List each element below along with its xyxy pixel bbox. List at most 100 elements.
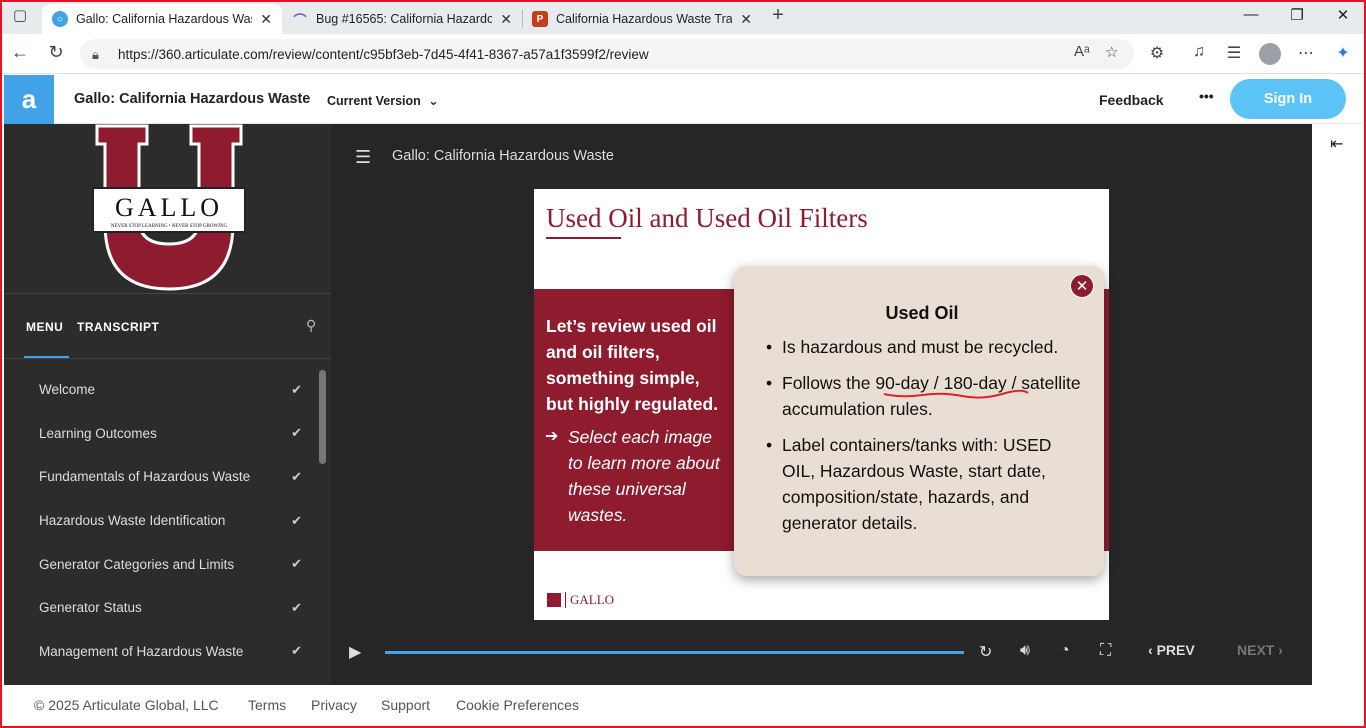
close-tab-icon[interactable]: ✕ <box>500 11 512 28</box>
redmine-icon: ⌒ <box>293 12 307 28</box>
close-tab-icon[interactable]: ✕ <box>260 11 272 28</box>
logo-tagline: NEVER STOP LEARNING • NEVER STOP GROWING <box>111 224 228 229</box>
terms-link[interactable]: Terms <box>248 697 286 713</box>
browser-tab-strip: ▢ ○ Gallo: California Hazardous Waste ✕ … <box>0 0 1366 34</box>
tab-powerpoint[interactable]: P California Hazardous Waste Traini ✕ <box>522 4 762 34</box>
slide-title: Used Oil and Used Oil Filters <box>546 203 868 233</box>
minimize-icon[interactable]: — <box>1236 6 1266 23</box>
close-popup-button[interactable]: ✕ <box>1070 274 1094 298</box>
sidebar-scrollbar[interactable] <box>319 370 326 464</box>
tab-bug-16565[interactable]: ⌒ Bug #16565: California Hazardous ✕ <box>282 4 522 34</box>
articulate-logo[interactable]: a <box>4 75 54 124</box>
red-underline-annotation <box>883 389 1029 399</box>
playback-speed-icon[interactable]: ◔ <box>1060 642 1070 660</box>
address-toolbar: ← ↻ 🔒︎ https://360.articulate.com/review… <box>0 34 1366 74</box>
logo-word: GALLO <box>115 193 223 222</box>
seek-bar[interactable] <box>385 651 964 654</box>
sign-in-button[interactable]: Sign In <box>1230 79 1346 119</box>
tab-title: Bug #16565: California Hazardous <box>316 12 493 26</box>
favorites-icon[interactable]: ☰ <box>1223 43 1245 63</box>
menu-item-learning-outcomes[interactable]: Learning Outcomes ✔ <box>4 412 314 456</box>
refresh-icon[interactable]: ↻ <box>44 42 68 63</box>
menu-item-welcome[interactable]: Welcome ✔ <box>4 368 314 412</box>
browser-essentials-icon[interactable]: ♫ <box>1188 43 1210 61</box>
profile-avatar[interactable] <box>1259 43 1281 65</box>
menu-item-label: Learning Outcomes <box>39 425 157 441</box>
cookie-preferences-link[interactable]: Cookie Preferences <box>456 697 579 713</box>
url-text: https://360.articulate.com/review/conten… <box>118 46 649 62</box>
powerpoint-icon: P <box>532 11 548 27</box>
back-icon[interactable]: ← <box>8 42 32 63</box>
course-title: Gallo: California Hazardous Waste <box>74 91 311 107</box>
support-link[interactable]: Support <box>381 697 430 713</box>
gallo-u-logo: GALLO NEVER STOP LEARNING • NEVER STOP G… <box>92 124 246 291</box>
play-icon[interactable]: ▶ <box>349 642 361 662</box>
review-header: a Gallo: California Hazardous Waste Curr… <box>4 75 1362 124</box>
check-icon: ✔ <box>291 643 302 659</box>
tab-transcript[interactable]: TRANSCRIPT <box>77 320 159 334</box>
popup-bullets: Is hazardous and must be recycled. Follo… <box>766 334 1086 546</box>
menu-item-management[interactable]: Management of Hazardous Waste ✔ <box>4 630 314 674</box>
more-menu-icon[interactable]: ⋯ <box>1295 43 1317 63</box>
close-window-icon[interactable]: ✕ <box>1328 6 1358 24</box>
menu-item-fundamentals[interactable]: Fundamentals of Hazardous Waste ✔ <box>4 455 314 499</box>
menu-item-generator-categories[interactable]: Generator Categories and Limits ✔ <box>4 542 314 586</box>
tab-title: California Hazardous Waste Traini <box>556 12 733 26</box>
restore-icon[interactable]: ❐ <box>1282 6 1312 24</box>
player-controls: ▶ ↻ 🔊︎ ◔ ⛶ ‹ PREV NEXT › <box>331 634 1312 674</box>
instruction-text: Select each image to learn more about th… <box>568 427 720 525</box>
feedback-button[interactable]: Feedback <box>1099 92 1164 108</box>
read-aloud-icon[interactable]: Aᵃ <box>1074 43 1090 60</box>
review-side-panel: ⇤ <box>1312 124 1362 685</box>
check-icon: ✔ <box>291 556 302 572</box>
menu-item-label: Management of Hazardous Waste <box>39 643 244 659</box>
menu-item-identification[interactable]: Hazardous Waste Identification ✔ <box>4 499 314 543</box>
extensions-icon[interactable]: ⚙ <box>1146 43 1168 63</box>
site-info-icon[interactable]: 🔒︎ <box>92 47 106 62</box>
privacy-link[interactable]: Privacy <box>311 697 357 713</box>
search-icon[interactable]: ⚲ <box>306 317 316 334</box>
player-title: Gallo: California Hazardous Waste <box>392 148 614 164</box>
replay-icon[interactable]: ↻ <box>979 642 992 662</box>
popup-title: Used Oil <box>885 303 959 323</box>
address-bar[interactable]: 🔒︎ https://360.articulate.com/review/con… <box>80 39 1134 69</box>
course-sidebar: GALLO NEVER STOP LEARNING • NEVER STOP G… <box>4 124 331 685</box>
close-tab-icon[interactable]: ✕ <box>740 11 752 28</box>
next-button[interactable]: NEXT › <box>1237 642 1283 658</box>
articulate-icon: ○ <box>52 11 68 27</box>
version-label: Current Version <box>327 94 421 108</box>
check-icon: ✔ <box>291 599 302 615</box>
copilot-icon[interactable]: ✦ <box>1332 43 1354 63</box>
gallo-mini-icon <box>547 593 561 607</box>
sidebar-divider <box>4 358 331 359</box>
tab-actions-icon[interactable]: ▢ <box>8 6 32 24</box>
menu-item-label: Generator Status <box>39 600 142 616</box>
tab-gallo-review[interactable]: ○ Gallo: California Hazardous Waste ✕ <box>42 4 282 34</box>
title-underline <box>546 237 621 239</box>
menu-list: Welcome ✔ Learning Outcomes ✔ Fundamentals… <box>4 368 314 673</box>
prev-label: PREV <box>1156 642 1195 658</box>
check-icon: ✔ <box>291 425 302 441</box>
volume-icon[interactable]: 🔊︎ <box>1020 642 1030 660</box>
bullet-item: Is hazardous and must be recycled. <box>766 334 1086 360</box>
tab-menu[interactable]: MENU <box>26 320 63 334</box>
new-tab-button[interactable]: + <box>766 4 790 27</box>
collapse-panel-icon[interactable]: ⇤ <box>1330 134 1343 154</box>
tab-title: Gallo: California Hazardous Waste <box>76 12 253 26</box>
version-dropdown[interactable]: Current Version ⌄ <box>327 93 439 108</box>
bullet-item: Label containers/tanks with: USED OIL, H… <box>766 432 1086 536</box>
favorite-star-icon[interactable]: ☆ <box>1105 43 1118 61</box>
menu-item-generator-status[interactable]: Generator Status ✔ <box>4 586 314 630</box>
hamburger-menu-icon[interactable]: ☰ <box>355 147 371 168</box>
chevron-down-icon: ⌄ <box>428 94 439 108</box>
more-options-button[interactable]: ••• <box>1199 88 1214 104</box>
menu-item-label: Hazardous Waste Identification <box>39 513 226 529</box>
check-icon: ✔ <box>291 468 302 484</box>
menu-item-label: Welcome <box>39 382 96 398</box>
arrow-right-icon: ➔ <box>545 428 559 445</box>
slide-footer-logo: GALLO <box>547 592 614 608</box>
prev-button[interactable]: ‹ PREV <box>1148 642 1195 658</box>
check-icon: ✔ <box>291 512 302 528</box>
copyright-text: © 2025 Articulate Global, LLC <box>34 697 219 713</box>
fullscreen-icon[interactable]: ⛶ <box>1100 642 1111 660</box>
